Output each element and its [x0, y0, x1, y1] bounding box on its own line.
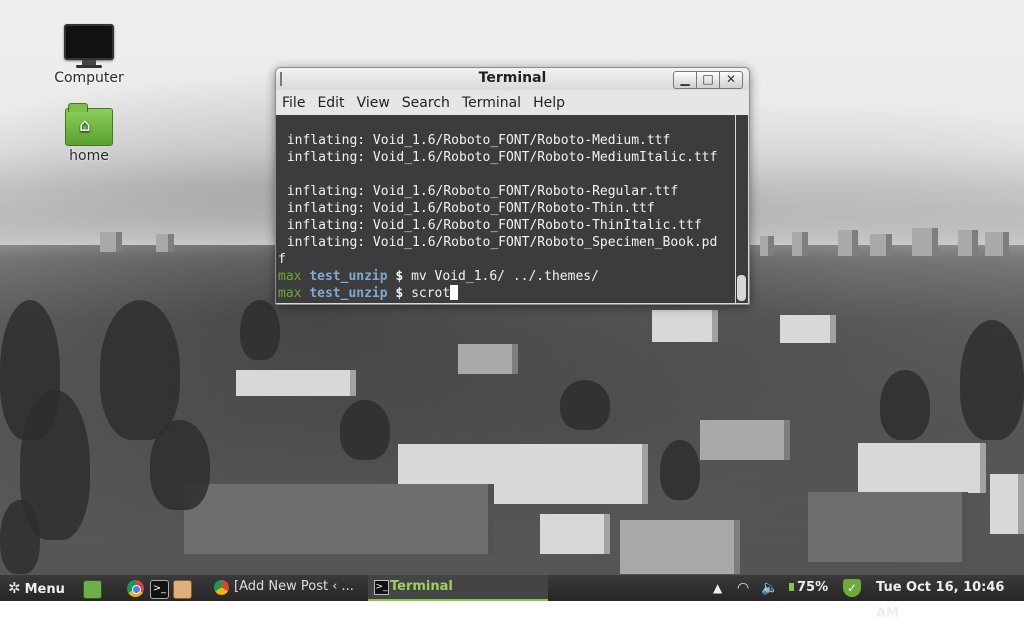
bottom-panel: ✲ Menu >_ [Add New Post ‹ ... >_ Terminal … [0, 574, 1024, 621]
wifi-icon[interactable]: ◠ [737, 575, 749, 601]
prompt-symbol: $ [395, 269, 404, 284]
maximize-icon: □ [702, 72, 714, 86]
desktop-icon-label: Computer [54, 70, 124, 86]
output-line: inflating: Void_1.6/Roboto_FONT/Roboto-R… [279, 184, 679, 199]
wallpaper-tree [240, 300, 280, 360]
wallpaper-tree [880, 370, 930, 440]
terminal-output[interactable]: inflating: Void_1.6/Roboto_FONT/Roboto-M… [276, 115, 735, 303]
menu-edit[interactable]: Edit [311, 95, 350, 111]
window-titlebar[interactable]: Terminal ▁ □ ✕ [276, 68, 749, 90]
battery-icon [789, 583, 794, 591]
prompt-user: max [278, 269, 302, 284]
wallpaper-building [156, 234, 174, 252]
menu-bar: File Edit View Search Terminal Help [276, 90, 749, 115]
wallpaper-tree [560, 380, 610, 430]
clock[interactable]: Tue Oct 16, 10:46 AM [876, 575, 1024, 621]
wallpaper-building [870, 234, 892, 256]
wallpaper-building [990, 474, 1024, 534]
text-cursor [450, 285, 459, 300]
wallpaper-building [700, 420, 790, 460]
menu-terminal[interactable]: Terminal [456, 95, 527, 111]
show-desktop-icon[interactable] [83, 580, 102, 599]
desktop-icon-label: home [69, 148, 109, 164]
wallpaper-building [838, 230, 858, 256]
wallpaper-building [236, 370, 356, 396]
wallpaper-building [458, 344, 518, 374]
prompt-dir: test_unzip [309, 269, 388, 284]
prompt-user: max [278, 286, 302, 301]
update-shield-icon[interactable]: ✓ [843, 579, 861, 597]
output-line: inflating: Void_1.6/Roboto_FONT/Roboto-T… [279, 218, 702, 233]
wallpaper-building [184, 484, 494, 554]
wallpaper-building [858, 443, 986, 493]
volume-icon[interactable]: 🔈 [761, 575, 778, 601]
output-line: inflating: Void_1.6/Roboto_FONT/Roboto_S… [279, 235, 718, 250]
terminal-launcher-icon[interactable]: >_ [150, 580, 169, 599]
close-button[interactable]: ✕ [719, 71, 743, 89]
prompt-line: max test_unzip $ scrot [278, 285, 459, 302]
terminal-window[interactable]: Terminal ▁ □ ✕ File Edit View Search Ter… [275, 67, 750, 305]
wallpaper-building [780, 315, 836, 343]
terminal-scrollbar[interactable] [736, 115, 748, 303]
output-line: f [278, 252, 286, 267]
menu-help[interactable]: Help [527, 95, 571, 111]
output-line: inflating: Void_1.6/Roboto_FONT/Roboto-M… [279, 150, 718, 165]
tray-expand-icon[interactable]: ▲ [713, 575, 722, 601]
wallpaper-building [792, 232, 808, 256]
wallpaper-building [760, 236, 774, 256]
computer-icon [49, 24, 129, 68]
terminal-icon: >_ [374, 580, 389, 595]
wallpaper-building [985, 232, 1009, 256]
minimize-icon: ▁ [680, 72, 690, 86]
prompt-symbol: $ [395, 286, 404, 301]
close-icon: ✕ [725, 72, 737, 86]
taskbar-item-terminal[interactable]: >_ Terminal [368, 575, 548, 601]
menu-file[interactable]: File [276, 95, 311, 111]
prompt-command: mv Void_1.6/ ../.themes/ [411, 269, 599, 284]
menu-label: Menu [24, 582, 65, 597]
mint-menu-icon: ✲ [8, 579, 21, 597]
task-label: [Add New Post ‹ ... [234, 579, 354, 594]
wallpaper-building [808, 492, 968, 562]
wallpaper-tree [100, 300, 180, 440]
wallpaper-tree [150, 420, 210, 510]
scrollbar-thumb[interactable] [737, 275, 746, 301]
maximize-button[interactable]: □ [696, 71, 720, 89]
wallpaper-building [958, 230, 978, 256]
wallpaper-tree [340, 400, 390, 460]
wallpaper-building [652, 310, 718, 342]
minimize-button[interactable]: ▁ [673, 71, 697, 89]
desktop-icon-computer[interactable]: Computer [49, 24, 129, 86]
window-controls: ▁ □ ✕ [673, 71, 743, 89]
task-label: Terminal [390, 579, 453, 594]
wallpaper-building [912, 228, 938, 256]
desktop-icon-home[interactable]: ⌂ home [49, 103, 129, 164]
menu-search[interactable]: Search [396, 95, 456, 111]
wallpaper-tree [660, 440, 700, 500]
output-line: inflating: Void_1.6/Roboto_FONT/Roboto-T… [279, 201, 655, 216]
prompt-line: max test_unzip $ mv Void_1.6/ ../.themes… [278, 268, 599, 285]
menu-view[interactable]: View [351, 95, 396, 111]
wallpaper-building [100, 232, 122, 252]
battery-indicator[interactable]: 75% [789, 575, 828, 601]
wallpaper-building [540, 514, 610, 554]
chrome-launcher-icon[interactable] [127, 580, 144, 597]
home-folder-icon: ⌂ [65, 103, 113, 146]
wallpaper-tree [0, 500, 40, 574]
menu-button[interactable]: ✲ Menu [8, 575, 65, 601]
taskbar-item-chrome[interactable]: [Add New Post ‹ ... [212, 575, 384, 601]
chrome-icon [214, 580, 229, 595]
prompt-dir: test_unzip [309, 286, 388, 301]
output-line: inflating: Void_1.6/Roboto_FONT/Roboto-M… [279, 133, 671, 148]
wallpaper-building [620, 520, 740, 574]
battery-percent: 75% [797, 580, 829, 595]
wallpaper-tree [960, 320, 1024, 440]
prompt-command: scrot [411, 286, 451, 301]
gimp-launcher-icon[interactable] [173, 580, 192, 599]
